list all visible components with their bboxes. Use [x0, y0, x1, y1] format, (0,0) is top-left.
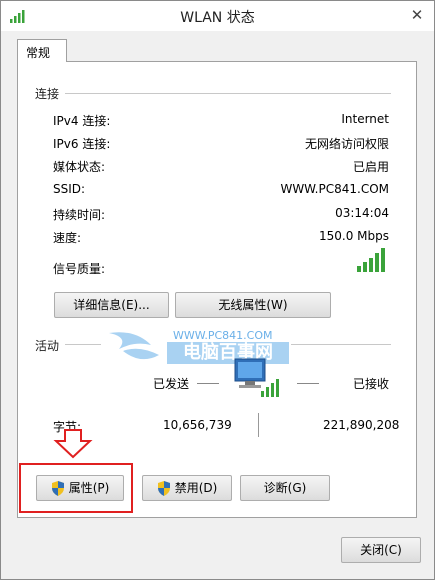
signal-quality-label: 信号质量:: [53, 262, 106, 276]
details-button[interactable]: 详细信息(E)...: [54, 292, 169, 318]
connection-section-label: 连接: [35, 87, 60, 101]
close-button[interactable]: 关闭(C): [341, 537, 421, 563]
disable-button[interactable]: 禁用(D): [142, 475, 232, 501]
duration-value: 03:14:04: [335, 206, 389, 220]
properties-button[interactable]: 属性(P): [36, 475, 124, 501]
duration-label: 持续时间:: [53, 208, 106, 222]
activity-divider-right: [291, 344, 391, 345]
uac-shield-icon: [51, 480, 64, 496]
title-bar: WLAN 状态 ✕: [1, 1, 434, 31]
tab-label: 常规: [26, 46, 51, 60]
bytes-sent-value: 10,656,739: [163, 418, 232, 432]
ipv4-label: IPv4 连接:: [53, 114, 111, 128]
properties-label: 属性(P): [68, 481, 110, 495]
activity-divider-left: [65, 344, 101, 345]
close-window-button[interactable]: ✕: [406, 5, 428, 25]
ipv6-label: IPv6 连接:: [53, 137, 111, 151]
signal-bars-icon: [357, 248, 385, 272]
connection-divider: [65, 93, 391, 94]
received-line: [297, 383, 319, 384]
watermark-url: WWW.PC841.COM: [173, 329, 273, 342]
watermark-logo-icon: [109, 332, 159, 360]
sent-line: [197, 383, 219, 384]
ipv4-value: Internet: [341, 112, 389, 126]
ipv6-value: 无网络访问权限: [304, 137, 389, 151]
disable-label: 禁用(D): [174, 481, 218, 495]
ssid-label: SSID:: [53, 182, 86, 196]
bytes-received-value: 221,890,208: [323, 418, 400, 432]
media-state-value: 已启用: [352, 160, 389, 174]
speed-value: 150.0 Mbps: [318, 229, 389, 243]
network-computer-icon: [234, 358, 279, 397]
media-state-label: 媒体状态:: [53, 160, 106, 174]
wireless-properties-button[interactable]: 无线属性(W): [175, 292, 331, 318]
ssid-value: WWW.PC841.COM: [280, 182, 389, 196]
bytes-separator: [258, 413, 259, 437]
wlan-status-window: WLAN 状态 ✕ 常规 连接 IPv4 连接: Internet IPv6 连…: [0, 0, 435, 580]
sent-label: 已发送: [153, 377, 190, 391]
uac-shield-icon: [157, 480, 170, 496]
speed-label: 速度:: [53, 231, 82, 245]
diagnose-button[interactable]: 诊断(G): [240, 475, 330, 501]
window-title: WLAN 状态: [180, 10, 255, 26]
tab-general[interactable]: 常规: [17, 39, 67, 62]
activity-section-label: 活动: [35, 339, 60, 353]
received-label: 已接收: [353, 377, 390, 391]
annotation-arrow-icon: [53, 429, 93, 459]
